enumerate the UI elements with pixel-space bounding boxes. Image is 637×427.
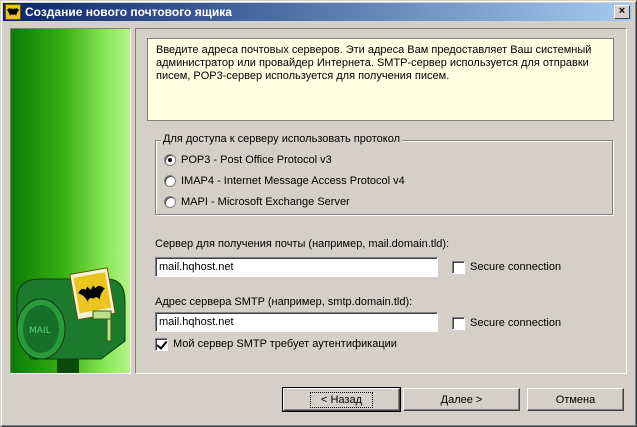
next-button[interactable]: Далее >: [403, 388, 520, 411]
info-box: Введите адреса почтовых серверов. Эти ад…: [147, 38, 614, 121]
back-button-label: < Назад: [310, 391, 373, 408]
mailbox-illustration-icon: MAIL: [16, 267, 126, 373]
smtp-secure-checkbox[interactable]: Secure connection: [452, 316, 561, 330]
radio-pop3-label: POP3 - Post Office Protocol v3: [181, 154, 332, 166]
radio-button[interactable]: [164, 196, 176, 208]
radio-pop3[interactable]: POP3 - Post Office Protocol v3: [164, 153, 332, 167]
radio-button-selected[interactable]: [164, 154, 176, 166]
radio-imap4-label: IMAP4 - Internet Message Access Protocol…: [181, 175, 405, 187]
incoming-server-input[interactable]: mail.hqhost.net: [155, 257, 438, 277]
radio-mapi-label: MAPI - Microsoft Exchange Server: [181, 196, 350, 208]
incoming-server-label: Сервер для получения почты (например, ma…: [155, 238, 450, 250]
smtp-secure-label: Secure connection: [470, 317, 562, 329]
radio-imap4[interactable]: IMAP4 - Internet Message Access Protocol…: [164, 174, 405, 188]
checkbox-box-checked[interactable]: [155, 337, 168, 351]
incoming-secure-label: Secure connection: [470, 261, 562, 273]
wizard-banner: MAIL: [10, 28, 131, 374]
incoming-secure-checkbox[interactable]: Secure connection: [452, 260, 561, 274]
smtp-auth-checkbox[interactable]: Мой сервер SMTP требует аутентификации: [155, 337, 397, 351]
cancel-button[interactable]: Отмена: [527, 388, 624, 411]
title-bar[interactable]: Создание нового почтового ящика ×: [3, 3, 632, 21]
checkbox-box[interactable]: [452, 316, 465, 330]
radio-button[interactable]: [164, 175, 176, 187]
window-title: Создание нового почтового ящика: [25, 5, 232, 19]
mailbox-text: MAIL: [29, 326, 51, 336]
protocol-group-legend: Для доступа к серверу использовать прото…: [161, 133, 402, 145]
smtp-auth-label: Мой сервер SMTP требует аутентификации: [173, 338, 397, 350]
smtp-server-input[interactable]: mail.hqhost.net: [155, 312, 438, 332]
checkbox-box[interactable]: [452, 260, 465, 274]
smtp-server-label: Адрес сервера SMTP (например, smtp.domai…: [155, 296, 413, 308]
close-button[interactable]: ×: [614, 5, 630, 19]
back-button[interactable]: < Назад: [282, 387, 401, 412]
radio-mapi[interactable]: MAPI - Microsoft Exchange Server: [164, 195, 350, 209]
bat-logo-icon: [5, 4, 21, 20]
